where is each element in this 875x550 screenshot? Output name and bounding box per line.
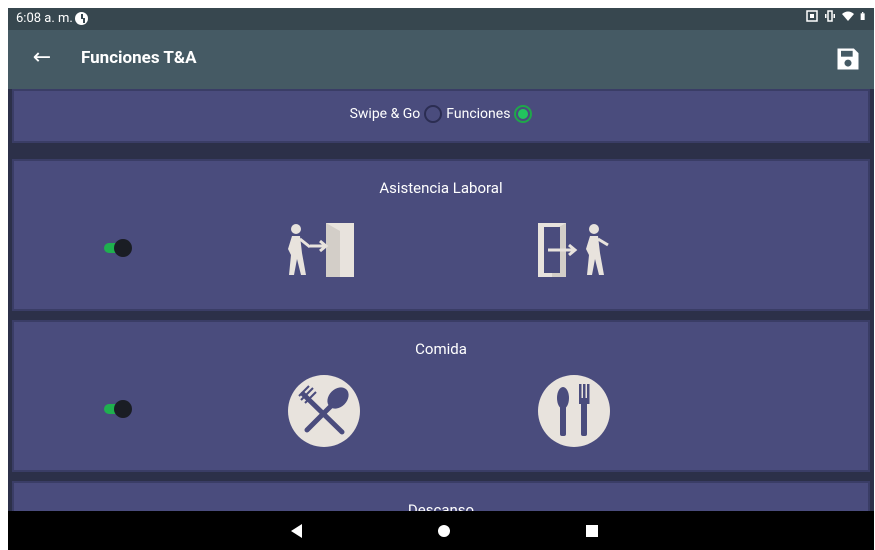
- exit-door-icon[interactable]: [536, 219, 612, 281]
- status-icons: [806, 10, 868, 22]
- section-card-comida: Comida: [12, 320, 870, 472]
- battery-icon: [860, 12, 865, 20]
- status-time: 6:08 a. m.: [16, 11, 73, 26]
- content-area: Swipe & Go Funciones Asistencia Laboral: [8, 89, 874, 541]
- nav-home-icon[interactable]: [434, 521, 454, 541]
- page-title: Funciones T&A: [81, 48, 197, 68]
- mode-radio-group: Swipe & Go Funciones: [14, 105, 868, 123]
- funciones-label: Funciones: [446, 106, 511, 122]
- wifi-icon: [842, 11, 854, 21]
- funciones-radio[interactable]: [514, 105, 533, 123]
- swipe-go-radio[interactable]: [424, 105, 443, 123]
- comida-toggle[interactable]: [102, 398, 138, 420]
- asistencia-toggle[interactable]: [102, 237, 138, 259]
- nav-recents-icon[interactable]: [582, 521, 602, 541]
- app-bar: ← Funciones T&A: [8, 30, 874, 89]
- device-screen: 6:08 a. m. ← Funciones T&A Swipe & Go Fu…: [8, 8, 874, 550]
- fork-spoon-crossed-icon[interactable]: [287, 374, 361, 448]
- screenshot-icon: [806, 10, 818, 22]
- section-title: Asistencia Laboral: [379, 179, 503, 197]
- save-icon[interactable]: [834, 45, 862, 73]
- navigation-bar: [8, 511, 874, 550]
- vibrate-icon: [825, 10, 835, 22]
- status-bar: 6:08 a. m.: [8, 8, 874, 30]
- toggle-thumb: [114, 400, 132, 418]
- swipe-go-label: Swipe & Go: [349, 106, 421, 122]
- toggle-thumb: [114, 239, 132, 257]
- section-title: Comida: [415, 340, 467, 358]
- fork-knife-icon[interactable]: [537, 374, 611, 448]
- nav-back-icon[interactable]: [287, 521, 307, 541]
- alarm-clock-icon: [75, 12, 88, 25]
- entry-door-icon[interactable]: [286, 219, 358, 281]
- mode-selector-card: Swipe & Go Funciones: [12, 89, 870, 143]
- back-arrow-icon[interactable]: ←: [28, 44, 56, 72]
- section-card-asistencia: Asistencia Laboral: [12, 159, 870, 311]
